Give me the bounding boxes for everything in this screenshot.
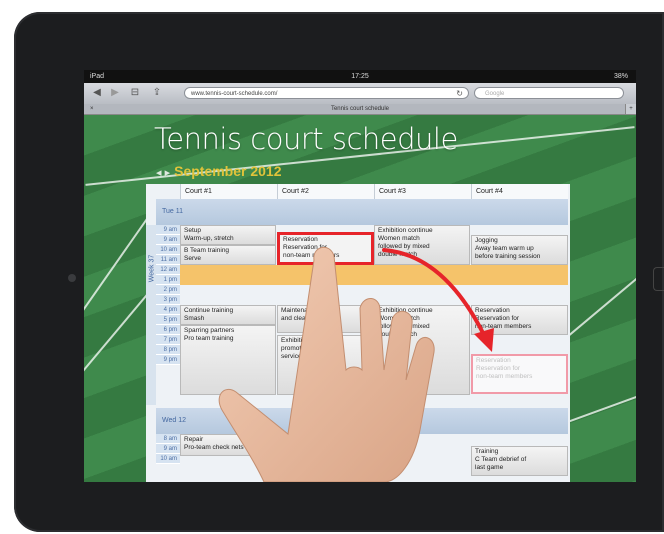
hand-illustration [218,246,435,482]
camera-icon [68,274,76,282]
side-button [653,267,664,291]
ipad-screen: iPad 17:25 38% ◀ ▶ ⊟ ⇪ www.tennis-court-… [84,70,636,482]
